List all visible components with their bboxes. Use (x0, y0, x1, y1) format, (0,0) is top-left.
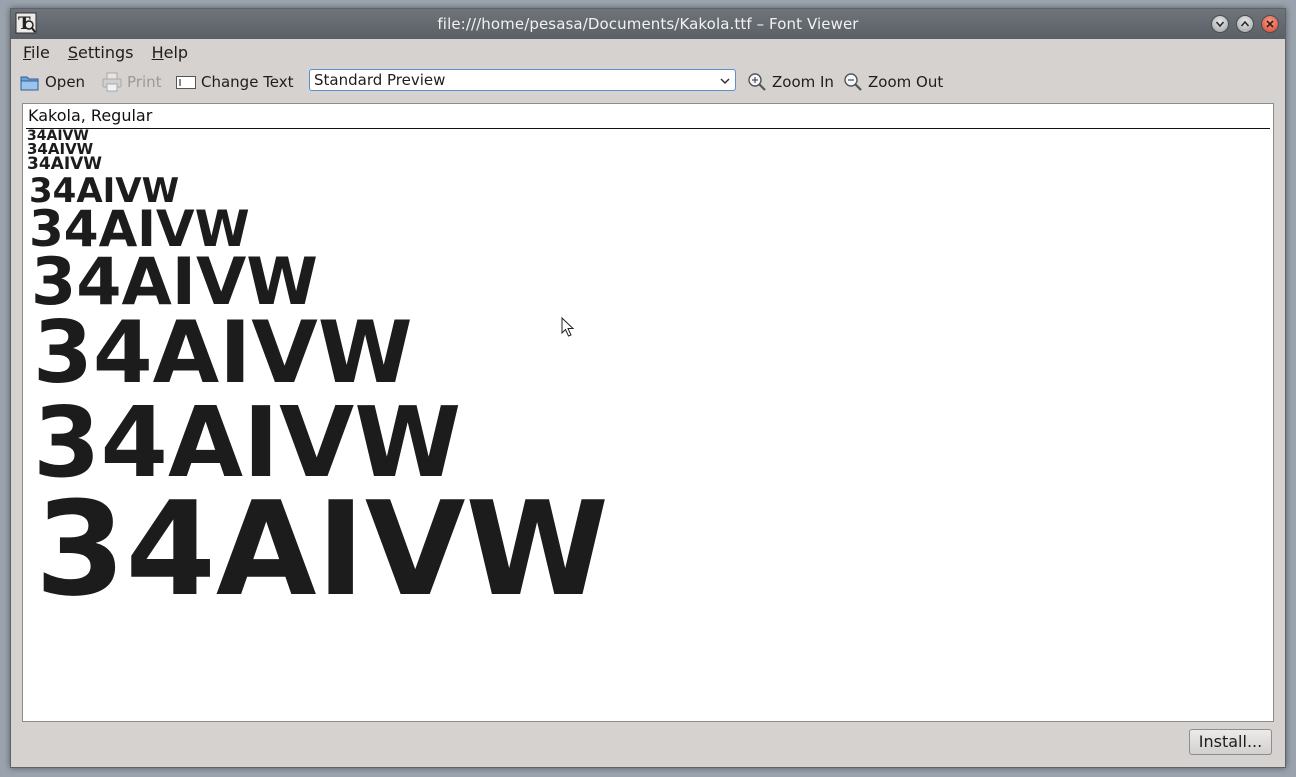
maximize-button[interactable] (1236, 15, 1254, 33)
printer-icon (102, 72, 122, 92)
text-field-icon (176, 76, 196, 89)
font-viewer-window: T file:///home/pesasa/Documents/Kakola.t… (10, 8, 1286, 768)
zoom-out-icon (844, 73, 862, 91)
menu-file[interactable]: File (23, 43, 50, 62)
chevron-down-icon (1215, 21, 1225, 28)
menu-help[interactable]: Help (152, 43, 188, 62)
toolbar: Open Print Change Text Standard Preview (19, 69, 1285, 95)
minimize-button[interactable] (1211, 15, 1229, 33)
window-title: file:///home/pesasa/Documents/Kakola.ttf… (437, 15, 859, 33)
menu-bar: File Settings Help (23, 43, 201, 65)
zoom-in-button[interactable]: Zoom In (746, 71, 834, 93)
folder-open-icon (20, 76, 39, 91)
zoom-out-button[interactable]: Zoom Out (842, 71, 943, 93)
install-button[interactable]: Install... (1189, 729, 1272, 755)
open-button[interactable]: Open (19, 71, 85, 93)
chevron-down-icon (720, 78, 730, 85)
preview-mode-select[interactable]: Standard Preview (309, 69, 736, 91)
close-button[interactable] (1261, 15, 1279, 33)
font-preview-area[interactable]: Kakola, Regular 34AIVW 34AIVW 34AIVW 34A… (22, 103, 1274, 722)
change-text-button[interactable]: Change Text (175, 71, 294, 93)
print-button[interactable]: Print (101, 71, 162, 93)
mouse-pointer-icon (561, 317, 575, 337)
menu-settings[interactable]: Settings (68, 43, 134, 62)
title-bar[interactable]: T file:///home/pesasa/Documents/Kakola.t… (11, 9, 1285, 39)
font-name-heading: Kakola, Regular (28, 106, 153, 125)
chevron-up-icon (1240, 20, 1250, 27)
sample-text-size-7: 34AIVW (33, 303, 413, 403)
zoom-in-icon (748, 73, 766, 91)
sample-text-size-9: 34AIVW (35, 473, 609, 625)
close-icon (1266, 20, 1274, 28)
heading-divider (26, 128, 1270, 129)
